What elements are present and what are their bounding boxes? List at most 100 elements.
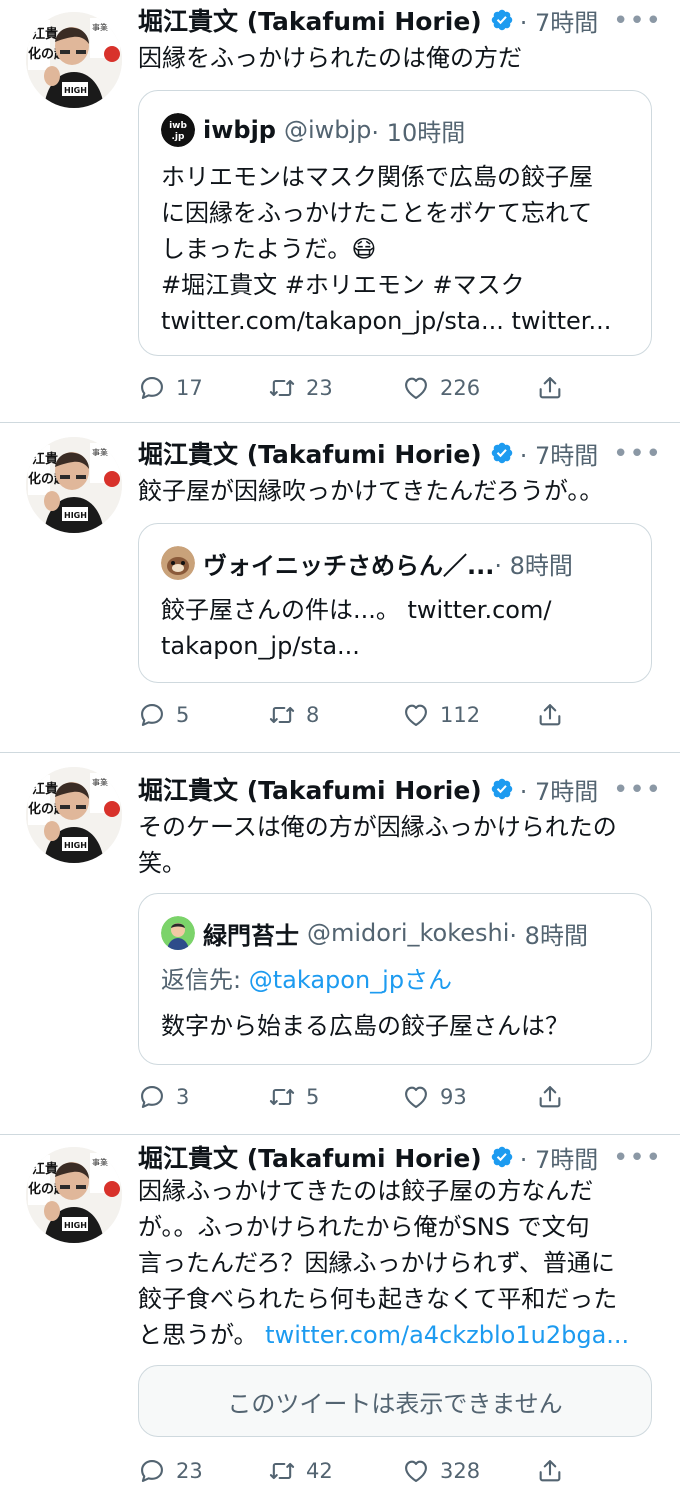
heart-icon	[402, 701, 430, 729]
share-button[interactable]	[536, 1453, 564, 1489]
quoted-tweet[interactable]: 緑門苔士 @midori_kokeshi · 8時間 返信先: @takapon…	[138, 893, 652, 1065]
quoted-link-line[interactable]: twitter.com/takapon_jp/sta... twitter...	[161, 303, 635, 339]
quoted-author-name: ヴォイニッチさめらん／...	[203, 551, 495, 580]
like-count: 328	[440, 1459, 481, 1483]
more-dots-icon[interactable]: •••	[613, 775, 662, 805]
tweet-text-line: と思うが。 twitter.com/a4ckzblo1u2bga...	[138, 1317, 652, 1353]
quoted-time: · 10時間	[371, 118, 466, 147]
reply-count: 5	[176, 703, 190, 727]
quoted-avatar	[161, 916, 195, 950]
avatar[interactable]	[26, 767, 122, 863]
tweet-time[interactable]: · 7時間	[520, 1140, 599, 1175]
tweet[interactable]: 堀江貴文 (Takafumi Horie) · 7時間 ••• 因縁をふっかけら…	[0, 0, 680, 420]
quoted-tweet[interactable]: ヴォイニッチさめらん／... · 8時間 餃子屋さんの件は...。 twitte…	[138, 523, 652, 683]
more-dots-icon[interactable]: •••	[613, 439, 662, 469]
verified-badge-icon	[490, 777, 514, 801]
quoted-text: ホリエモンはマスク関係で広島の餃子屋 に因縁をふっかけたことをボケて忘れて しま…	[161, 159, 635, 339]
tweet-text-line: 笑。	[138, 849, 186, 877]
retweet-button[interactable]: 5	[268, 1079, 319, 1115]
reply-button[interactable]: 5	[138, 697, 189, 733]
quoted-text: 餃子屋さんの件は...。 twitter.com/ takapon_jp/sta…	[161, 592, 635, 664]
action-bar: 3 5 93	[138, 1079, 588, 1115]
reply-button[interactable]: 17	[138, 370, 203, 406]
avatar[interactable]	[26, 437, 122, 533]
author-name[interactable]: 堀江貴文 (Takafumi Horie)	[138, 1139, 482, 1175]
author-name[interactable]: 堀江貴文 (Takafumi Horie)	[138, 2, 482, 38]
tweet-text-tail: と思うが。	[138, 1321, 258, 1349]
reply-count: 23	[176, 1459, 203, 1483]
share-button[interactable]	[536, 1079, 564, 1115]
tweet-time[interactable]: · 7時間	[520, 436, 599, 471]
like-button[interactable]: 328	[402, 1453, 480, 1489]
share-button[interactable]	[536, 697, 564, 733]
retweet-icon	[268, 374, 296, 402]
reply-bubble-icon	[138, 1083, 166, 1111]
tweet-text: 餃子屋が因縁吹っかけてきたんだろうが。。	[138, 477, 604, 505]
like-button[interactable]: 226	[402, 370, 480, 406]
verified-badge-icon	[490, 1145, 514, 1169]
share-button[interactable]	[536, 370, 564, 406]
share-icon	[536, 1457, 564, 1485]
retweet-count: 8	[306, 703, 320, 727]
unavailable-tweet-card[interactable]: このツイートは表示できません	[138, 1365, 652, 1437]
like-button[interactable]: 112	[402, 697, 480, 733]
quoted-text-line: 餃子屋さんの件は...。 twitter.com/	[161, 596, 552, 624]
quoted-time: · 8時間	[494, 551, 573, 580]
quoted-author-name: 緑門苔士	[203, 921, 299, 950]
retweet-button[interactable]: 8	[268, 697, 319, 733]
tweet-text: そのケースは俺の方が因縁ふっかけられたの 笑。	[138, 809, 652, 881]
quoted-tweet[interactable]: iwb .jp iwbjp @iwbjp · 10時間 ホリエモンはマスク関係で広…	[138, 90, 652, 356]
tweet-time[interactable]: · 7時間	[520, 3, 599, 38]
svg-text:.jp: .jp	[172, 132, 186, 142]
tweet[interactable]: 堀江貴文 (Takafumi Horie) · 7時間 ••• 餃子屋が因縁吹っ…	[0, 423, 680, 753]
reply-bubble-icon	[138, 1457, 166, 1485]
tweet-text: 因縁ふっかけてきたのは餃子屋の方なんだ が。。ふっかけられたから俺がSNS で文…	[138, 1173, 652, 1353]
retweet-count: 42	[306, 1459, 333, 1483]
quoted-avatar	[161, 546, 195, 580]
tweet-text-line: が。。ふっかけられたから俺がSNS で文句	[138, 1213, 590, 1241]
more-dots-icon[interactable]: •••	[613, 1143, 662, 1173]
reply-button[interactable]: 23	[138, 1453, 203, 1489]
like-count: 93	[440, 1085, 467, 1109]
tweet-text-line: 餃子食べられたら何も起きなくて平和だった	[138, 1285, 618, 1313]
reply-count: 3	[176, 1085, 190, 1109]
action-bar: 17 23 226	[138, 370, 588, 406]
quoted-time: · 8時間	[509, 921, 588, 950]
reply-button[interactable]: 3	[138, 1079, 189, 1115]
quoted-avatar: iwb .jp	[161, 113, 195, 147]
quoted-author-name: iwbjp	[203, 116, 276, 144]
quoted-hashtags[interactable]: #堀江貴文 #ホリエモン #マスク	[161, 267, 635, 303]
tweet-text-line: 因縁ふっかけてきたのは餃子屋の方なんだ	[138, 1177, 594, 1205]
quoted-text-line: に因縁をふっかけたことをボケて忘れて	[161, 199, 593, 227]
tweet-link[interactable]: twitter.com/a4ckzblo1u2bga...	[265, 1321, 629, 1349]
retweet-button[interactable]: 23	[268, 370, 333, 406]
quoted-text-line: ホリエモンはマスク関係で広島の餃子屋	[161, 163, 593, 191]
author-name[interactable]: 堀江貴文 (Takafumi Horie)	[138, 435, 482, 471]
tweet[interactable]: 堀江貴文 (Takafumi Horie) · 7時間 ••• 因縁ふっかけてき…	[0, 1135, 680, 1494]
tweet-text-line: 言ったんだろ？因縁ふっかけられず、普通に	[138, 1249, 615, 1277]
author-name[interactable]: 堀江貴文 (Takafumi Horie)	[138, 771, 482, 807]
share-icon	[536, 1083, 564, 1111]
action-bar: 5 8 112	[138, 697, 588, 733]
avatar[interactable]	[26, 1147, 122, 1243]
tweet[interactable]: 堀江貴文 (Takafumi Horie) · 7時間 ••• そのケースは俺の…	[0, 753, 680, 1133]
retweet-button[interactable]: 42	[268, 1453, 333, 1489]
verified-badge-icon	[490, 441, 514, 465]
avatar[interactable]	[26, 12, 122, 108]
reply-to-mention[interactable]: @takapon_jpさん	[249, 966, 452, 994]
quoted-text-line[interactable]: takapon_jp/sta...	[161, 628, 635, 664]
share-icon	[536, 701, 564, 729]
action-bar: 23 42 328	[138, 1453, 588, 1489]
tweet-time[interactable]: · 7時間	[520, 772, 599, 807]
verified-badge-icon	[490, 8, 514, 32]
more-dots-icon[interactable]: •••	[613, 6, 662, 36]
heart-icon	[402, 1083, 430, 1111]
like-button[interactable]: 93	[402, 1079, 467, 1115]
quoted-author-handle: @iwbjp	[283, 116, 372, 144]
share-icon	[536, 374, 564, 402]
retweet-count: 23	[306, 376, 333, 400]
like-count: 226	[440, 376, 481, 400]
retweet-count: 5	[306, 1085, 320, 1109]
reply-bubble-icon	[138, 701, 166, 729]
reply-bubble-icon	[138, 374, 166, 402]
